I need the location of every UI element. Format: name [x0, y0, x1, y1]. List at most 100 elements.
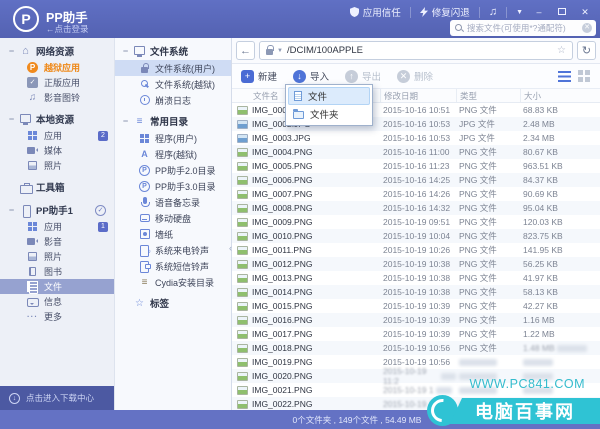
file-name: IMG_0015.PNG — [252, 301, 313, 311]
sidebar-item[interactable]: 影音 — [0, 234, 114, 249]
sidebar-group-header[interactable]: 工具箱 — [0, 178, 114, 196]
file-size-cell — [520, 386, 600, 394]
file-row[interactable]: IMG_0015.PNG 2015-10-19 10:39 PNG 文件 42.27 … — [232, 299, 600, 313]
sidebar-item[interactable]: 应用 1 — [0, 219, 114, 234]
file-row[interactable]: IMG_0012.PNG 2015-10-19 10:38 PNG 文件 56.25 … — [232, 257, 600, 271]
file-row[interactable]: IMG_0016.PNG 2015-10-19 10:39 PNG 文件 1.16 M… — [232, 313, 600, 327]
menu-item[interactable]: 文件夹 — [288, 105, 370, 123]
file-row[interactable]: IMG_0018.PNG 2015-10-19 10:56 PNG 文件 1.48 M… — [232, 341, 600, 355]
tree-item[interactable]: 程序(用户) — [115, 130, 231, 146]
tree-item[interactable]: PP助手2.0目录 — [115, 162, 231, 178]
maximize-button[interactable] — [555, 6, 569, 18]
file-name-cell: IMG_0022.PNG — [232, 399, 380, 409]
sidebar-item[interactable]: 信息 — [0, 294, 114, 309]
tree-section-header[interactable]: − 文件系统 — [115, 42, 231, 60]
file-date: 2015-10-19 10:38 — [383, 287, 451, 297]
sidebar-group-header[interactable]: − PP助手1 ✓ — [0, 201, 114, 219]
file-row[interactable]: IMG_0007.PNG 2015-10-16 14:26 PNG 文件 90.69 … — [232, 187, 600, 201]
sidebar-item[interactable]: 照片 — [0, 158, 114, 173]
toolbox-icon — [20, 182, 33, 194]
sidebar-item[interactable]: 正版应用 — [0, 75, 114, 90]
file-row[interactable]: IMG_0014.PNG 2015-10-19 10:38 PNG 文件 58.13 … — [232, 285, 600, 299]
download-center-button[interactable]: ↓ 点击进入下载中心 — [0, 386, 114, 410]
minimize-button[interactable]: – — [532, 6, 546, 18]
sidebar-item[interactable]: 应用 2 — [0, 128, 114, 143]
collapse-icon[interactable]: − — [8, 205, 15, 215]
favorite-star-icon[interactable]: ☆ — [557, 45, 566, 56]
tree-item[interactable]: 系统短信铃声 — [115, 258, 231, 274]
file-row[interactable]: IMG_0022.PNG 2015-10-19 1 — [232, 397, 600, 410]
tree-item[interactable]: 系统来电铃声 — [115, 242, 231, 258]
file-row[interactable]: IMG_0009.PNG 2015-10-19 09:51 PNG 文件 120.03… — [232, 215, 600, 229]
new-button[interactable]: + 新建 — [241, 69, 277, 83]
file-row[interactable]: IMG_0008.PNG 2015-10-16 14:32 PNG 文件 95.04 … — [232, 201, 600, 215]
menu-arrow-icon[interactable]: ▼ — [516, 9, 523, 16]
file-name: IMG_0013.PNG — [252, 273, 313, 283]
file-date: 2015-10-16 14:32 — [383, 203, 451, 213]
sidebar-item[interactable]: 越狱应用 — [0, 60, 114, 75]
tree-item[interactable]: 程序(越狱) — [115, 146, 231, 162]
file-row[interactable]: IMG_0020.PNG 2015-10-19 11:2 — [232, 366, 600, 386]
column-header-size[interactable]: 大小 — [520, 89, 600, 102]
collapse-icon[interactable]: − — [122, 116, 129, 126]
collapse-icon[interactable]: − — [122, 46, 129, 56]
sidebar-item[interactable]: 影音图铃 — [0, 90, 114, 105]
tree-item[interactable]: 崩溃日志 — [115, 92, 231, 108]
image-file-icon — [237, 161, 248, 171]
grid-view-icon[interactable] — [578, 69, 583, 75]
fix-crash-button[interactable]: 修复闪退 — [419, 5, 470, 19]
file-type: PNG 文件 — [459, 175, 497, 185]
refresh-button[interactable]: ↻ — [577, 41, 596, 60]
titlebar: P PP助手 ←点击登录 应用信任 修复闪退 ♫ ▼ – ✕ ✕ — [0, 0, 600, 38]
tree-item[interactable]: 墙纸 — [115, 226, 231, 242]
close-button[interactable]: ✕ — [578, 6, 592, 18]
sidebar-item[interactable]: 媒体 — [0, 143, 114, 158]
sidebar-item-label: 照片 — [44, 161, 63, 171]
export-button[interactable]: ↑ 导出 — [345, 69, 381, 83]
file-row[interactable]: IMG_0021.PNG 2015-10-19 1 — [232, 383, 600, 397]
ringtone-icon[interactable]: ♫ — [489, 7, 497, 18]
clear-search-icon[interactable]: ✕ — [582, 23, 592, 33]
tree-item[interactable]: PP助手3.0目录 — [115, 178, 231, 194]
file-row[interactable]: IMG_0005.PNG 2015-10-16 11:23 PNG 文件 963.51… — [232, 159, 600, 173]
login-hint[interactable]: ←点击登录 — [46, 23, 89, 35]
sidebar-item[interactable]: 更多 — [0, 309, 114, 324]
download-icon: ↓ — [9, 392, 20, 404]
tree-section-header[interactable]: 标签 — [115, 294, 231, 312]
search-input[interactable] — [467, 23, 578, 33]
column-header-date[interactable]: 修改日期 — [380, 89, 456, 102]
sidebar-item[interactable]: 照片 — [0, 249, 114, 264]
tree-item[interactable]: 文件系统(越狱) — [115, 76, 231, 92]
address-field[interactable]: ▼ /DCIM/100APPLE ☆ — [259, 41, 573, 60]
search-box[interactable]: ✕ — [450, 20, 596, 36]
menu-item[interactable]: 文件 — [288, 87, 370, 105]
sidebar-group-header[interactable]: − 本地资源 — [0, 110, 114, 128]
file-row[interactable]: IMG_0006.PNG 2015-10-16 14:25 PNG 文件 84.37 … — [232, 173, 600, 187]
list-view-icon[interactable] — [558, 70, 571, 82]
sidebar-item[interactable]: 图书 — [0, 264, 114, 279]
collapse-icon[interactable]: − — [8, 114, 15, 124]
chevron-down-icon[interactable]: ▼ — [277, 48, 283, 54]
sidebar-group-header[interactable]: − 网络资源 — [0, 42, 114, 60]
column-header-type[interactable]: 类型 — [456, 89, 520, 102]
collapse-icon[interactable]: − — [8, 46, 15, 56]
sidebar-item[interactable]: 文件 — [0, 279, 114, 294]
file-name-cell: IMG_0005.PNG — [232, 161, 380, 171]
file-row[interactable]: IMG_0003.JPG 2015-10-16 10:53 JPG 文件 2.34 M… — [232, 131, 600, 145]
tree-section-header[interactable]: − 常用目录 — [115, 112, 231, 130]
import-button[interactable]: ↓ 导入 — [293, 69, 329, 83]
file-row[interactable]: IMG_0004.PNG 2015-10-16 11:00 PNG 文件 80.67 … — [232, 145, 600, 159]
tree-item[interactable]: 文件系统(用户) — [115, 60, 231, 76]
tree-item[interactable]: 移动硬盘 — [115, 210, 231, 226]
file-row[interactable]: IMG_0011.PNG 2015-10-19 10:26 PNG 文件 141.95… — [232, 243, 600, 257]
file-row[interactable]: IMG_0010.PNG 2015-10-19 10:04 PNG 文件 823.75… — [232, 229, 600, 243]
panel-collapse-handle[interactable]: ‹ — [229, 243, 232, 253]
sidebar-group-label: PP助手1 — [36, 206, 73, 217]
file-row[interactable]: IMG_0017.PNG 2015-10-19 10:39 PNG 文件 1.22 M… — [232, 327, 600, 341]
delete-button[interactable]: ✕ 删除 — [397, 69, 433, 83]
tree-item[interactable]: Cydia安装目录 — [115, 274, 231, 290]
app-trust-button[interactable]: 应用信任 — [349, 5, 401, 19]
file-row[interactable]: IMG_0013.PNG 2015-10-19 10:38 PNG 文件 41.97 … — [232, 271, 600, 285]
tree-item[interactable]: 语音备忘录 — [115, 194, 231, 210]
back-button[interactable]: ← — [236, 41, 255, 60]
